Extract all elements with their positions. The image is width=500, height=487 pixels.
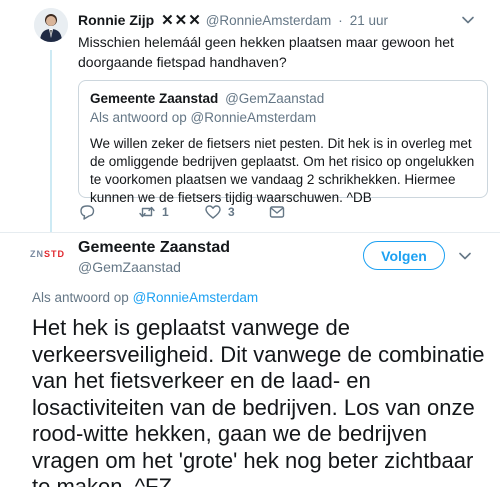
author-handle[interactable]: @RonnieAmsterdam	[206, 13, 332, 28]
zaanstad-logo-part1: ZN	[30, 249, 44, 259]
direct-message-button[interactable]	[268, 203, 286, 221]
heart-icon	[205, 205, 221, 219]
quoted-reply-context: Als antwoord op @RonnieAmsterdam	[90, 110, 317, 125]
author-handle[interactable]: @GemZaanstad	[78, 259, 181, 275]
thread-line	[50, 50, 52, 232]
quoted-author-name: Gemeente Zaanstad	[90, 91, 219, 106]
reply-mention-link[interactable]: @RonnieAmsterdam	[133, 290, 259, 305]
author-name[interactable]: Gemeente Zaanstad	[78, 239, 230, 257]
retweet-count: 1	[162, 205, 169, 219]
zaanstad-logo-part2: STD	[44, 249, 65, 259]
tweet-timestamp[interactable]: 21 uur	[350, 13, 388, 28]
quoted-tweet-header: Gemeente Zaanstad @GemZaanstad	[90, 91, 476, 106]
reply-context-prefix: Als antwoord op	[32, 290, 129, 305]
tweet-divider	[0, 232, 500, 233]
tweet-text: Misschien helemáál geen hekken plaatsen …	[78, 34, 454, 70]
follow-button[interactable]: Volgen	[363, 241, 445, 270]
quoted-tweet[interactable]: Gemeente Zaanstad @GemZaanstad Als antwo…	[78, 80, 488, 205]
envelope-icon	[269, 206, 285, 218]
chevron-down-icon[interactable]	[460, 12, 476, 28]
tweet-text: Het hek is geplaatst vanwege de verkeers…	[32, 315, 485, 487]
chevron-down-icon[interactable]	[457, 248, 473, 264]
avatar[interactable]: ZN STD	[30, 244, 72, 264]
reply-context: Als antwoord op @RonnieAmsterdam	[32, 290, 258, 305]
author-name[interactable]: Ronnie Zijp	[78, 12, 154, 28]
avatar[interactable]	[34, 8, 68, 42]
like-count: 3	[228, 205, 235, 219]
tweet-actions: 1 3	[78, 203, 378, 223]
user-avatar-icon	[34, 8, 68, 42]
retweet-icon	[139, 206, 155, 218]
separator-dot: ·	[338, 12, 343, 28]
like-button[interactable]: 3	[204, 203, 235, 221]
retweet-button[interactable]: 1	[138, 203, 169, 221]
quoted-tweet-text: We willen zeker de fietsers niet pesten.…	[90, 136, 475, 205]
reply-icon	[80, 205, 95, 220]
quoted-author-handle: @GemZaanstad	[225, 91, 325, 106]
reply-tweet[interactable]: Ronnie Zijp ✕✕✕ @RonnieAmsterdam · 21 uu…	[0, 0, 500, 232]
author-badge: ✕✕✕	[161, 12, 202, 29]
reply-button[interactable]	[78, 203, 96, 221]
reply-tweet-header: Ronnie Zijp ✕✕✕ @RonnieAmsterdam · 21 uu…	[78, 11, 458, 29]
